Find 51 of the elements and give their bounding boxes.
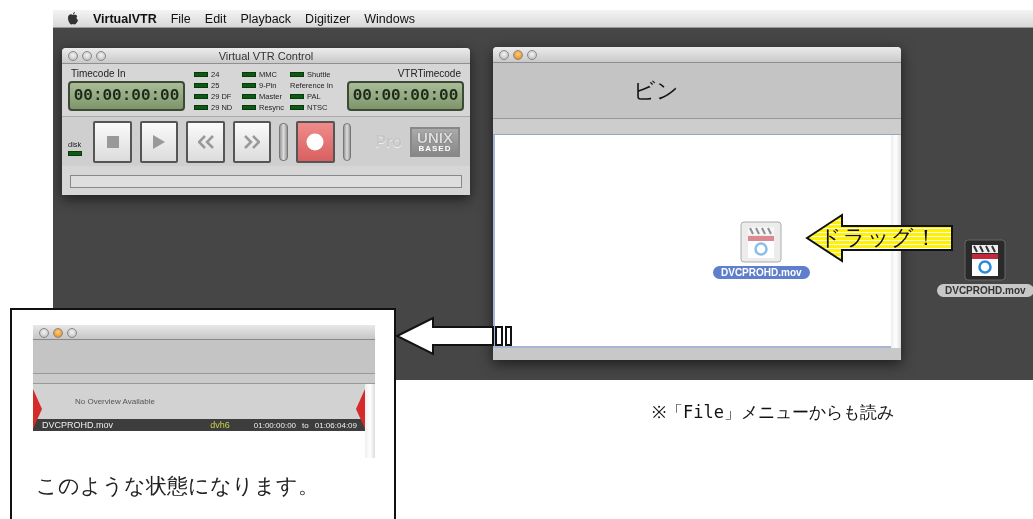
file-name[interactable]: DVCPROHD.mov — [937, 284, 1033, 297]
note-text: ※「File」メニューからも読み — [652, 401, 894, 424]
file-name[interactable]: DVCPROHD.mov — [713, 266, 810, 279]
menu-item[interactable]: File — [170, 11, 191, 26]
end-timecode: 01:06:04:09 — [314, 420, 357, 430]
slider-handle[interactable] — [279, 122, 289, 161]
window-control-button[interactable] — [82, 51, 92, 61]
menu-item[interactable]: Edit — [204, 11, 227, 26]
menu-item[interactable]: Windows — [364, 11, 415, 26]
movie-file-icon — [964, 239, 1007, 281]
clip-strip[interactable]: No Overview Available DVCPROHD.mov dvh6 01:00:00:00 to 01:06:04:09 — [33, 384, 365, 431]
window-title: ビン — [633, 76, 679, 105]
rewind-button[interactable] — [186, 120, 225, 163]
slider-handle[interactable] — [342, 122, 352, 161]
to-label: to — [302, 420, 309, 430]
start-timecode: 01:00:00:00 — [253, 420, 297, 430]
window-control-button[interactable] — [513, 50, 523, 60]
record-icon — [306, 132, 325, 151]
window-control-button[interactable] — [53, 328, 63, 338]
rewind-icon — [197, 134, 214, 149]
window-control-button[interactable] — [499, 50, 509, 60]
window-control-button[interactable] — [39, 328, 49, 338]
menu-item[interactable]: Playback — [240, 11, 292, 26]
play-button[interactable] — [139, 120, 179, 163]
disk-led — [68, 150, 82, 156]
codec-label: dvh6 — [210, 420, 230, 430]
forward-icon — [244, 134, 261, 149]
timecode-display: 00:00:00:00 — [68, 81, 185, 111]
stop-button[interactable] — [93, 120, 132, 163]
forward-button[interactable] — [232, 120, 272, 163]
window-control-button[interactable] — [67, 328, 77, 338]
overview-message: No Overview Available — [75, 397, 155, 406]
stop-icon — [106, 135, 119, 148]
play-icon — [153, 134, 166, 149]
apple-icon[interactable] — [67, 12, 79, 25]
unix-logo: UNIX BASED — [409, 126, 460, 157]
in-marker-icon — [33, 389, 42, 429]
window-title: Virtual VTR Control — [218, 49, 314, 62]
window-control-button[interactable] — [96, 51, 106, 61]
record-button[interactable] — [296, 120, 335, 163]
timecode-display: 00:00:00:00 — [347, 81, 464, 111]
menu-item[interactable]: Digitizer — [305, 11, 351, 26]
scrollbar[interactable] — [365, 384, 375, 458]
window-control-button[interactable] — [527, 50, 537, 60]
callout-caption: このような状態になります。 — [36, 473, 320, 500]
movie-file-icon — [740, 221, 783, 263]
window-control-button[interactable] — [68, 51, 78, 61]
app-menu[interactable]: VirtualVTR — [93, 11, 157, 26]
timecode-label: Timecode In — [70, 68, 127, 79]
clip-name: DVCPROHD.mov — [42, 420, 114, 430]
timecode-label: VTRTimecode — [396, 68, 462, 79]
